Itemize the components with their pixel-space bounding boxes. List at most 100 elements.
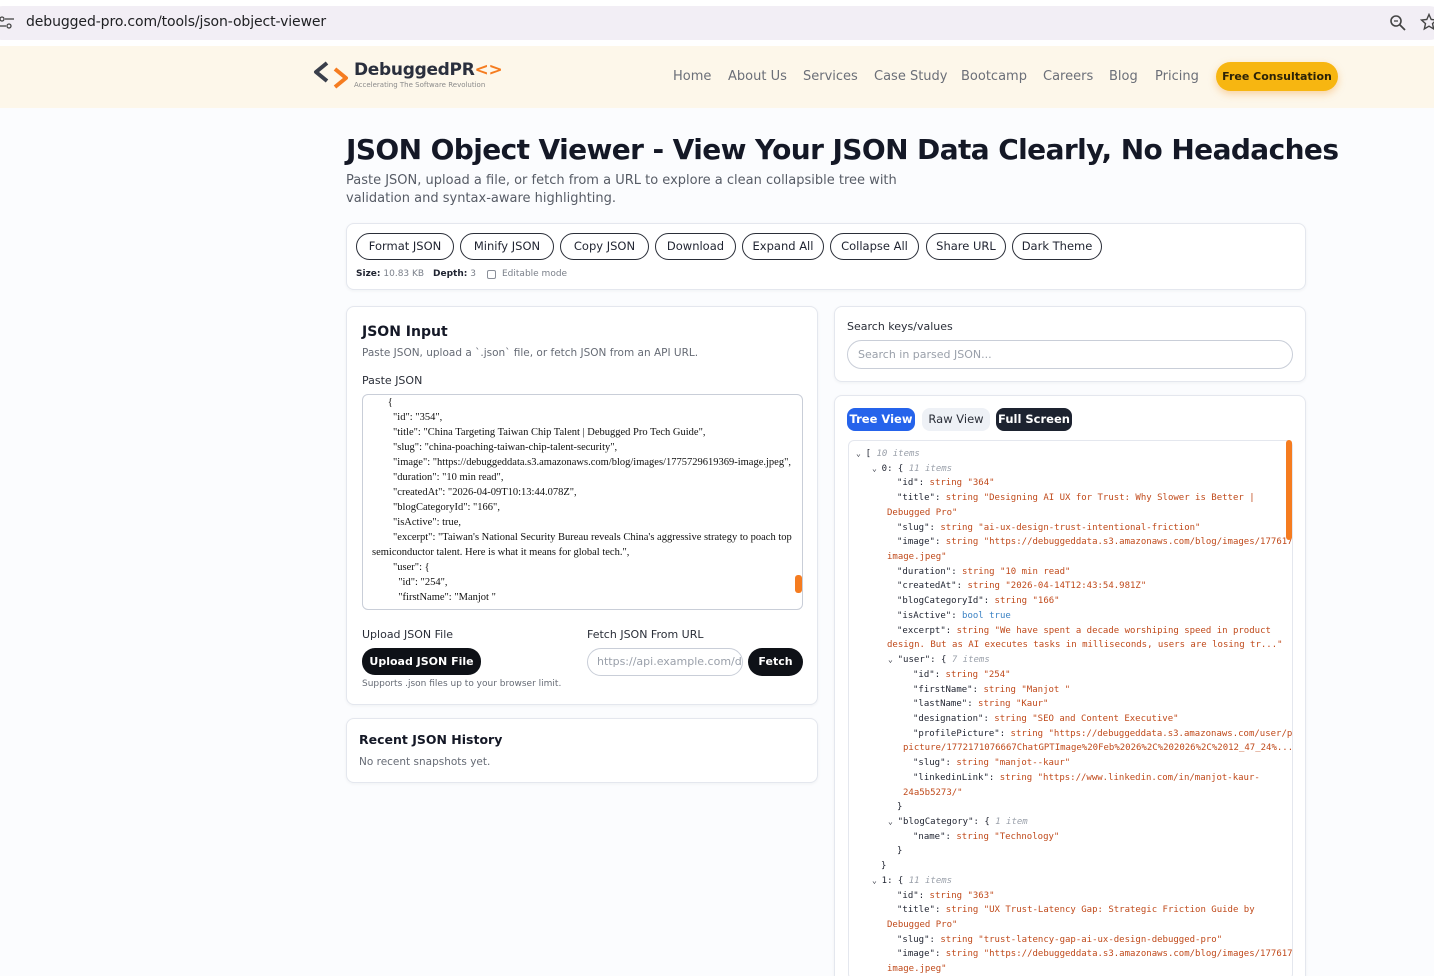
editable-mode-checkbox[interactable] xyxy=(487,270,496,279)
browser-bar: debugged-pro.com/tools/json-object-viewe… xyxy=(0,0,1434,46)
url-text[interactable]: debugged-pro.com/tools/json-object-viewe… xyxy=(26,14,326,30)
tree-token: "https://debuggeddata.s3.amazonaws.com/u… xyxy=(1048,728,1293,739)
tree-token: "id" xyxy=(897,890,919,901)
copy-json-button[interactable]: Copy JSON xyxy=(560,233,649,260)
tree-token: : xyxy=(934,905,946,916)
format-json-button[interactable]: Format JSON xyxy=(356,233,454,260)
tree-node-toggle[interactable]: ⌄ 0: { 11 items xyxy=(872,464,952,474)
tree-row: "image": string "https://debuggeddata.s3… xyxy=(897,537,1293,548)
chevron-down-icon[interactable]: ⌄ xyxy=(856,449,866,458)
tree-token: string xyxy=(945,905,984,916)
chevron-down-icon[interactable]: ⌄ xyxy=(872,876,882,885)
tree-token: : xyxy=(929,934,941,945)
tree-token: 7 items xyxy=(951,655,990,666)
tree-node-toggle[interactable]: ⌄ 1: { 11 items xyxy=(872,876,952,886)
tree-token: "profilePicture" xyxy=(913,728,1000,739)
site-settings-icon[interactable] xyxy=(0,15,14,31)
json-input-description: Paste JSON, upload a `.json` file, or fe… xyxy=(362,347,699,359)
nav-pricing[interactable]: Pricing xyxy=(1155,69,1199,84)
tree-node-toggle[interactable]: ⌄ "blogCategory": { 1 item xyxy=(888,817,1028,827)
tree-row: picture/1772171076667ChatGPTImage%20Feb%… xyxy=(903,743,1292,753)
tree-token: string xyxy=(945,669,984,680)
tree-token: "excerpt" xyxy=(897,625,946,636)
expand-all-button[interactable]: Expand All xyxy=(742,233,824,260)
tree-node-toggle[interactable]: ⌄ [ 10 items xyxy=(856,449,920,459)
logo-icon[interactable] xyxy=(313,59,349,91)
nav-bootcamp[interactable]: Bootcamp xyxy=(961,69,1027,84)
free-consultation-button[interactable]: Free Consultation xyxy=(1216,62,1338,91)
tree-token: : xyxy=(988,772,1000,783)
tree-node-toggle[interactable]: ⌄ "user": { 7 items xyxy=(888,655,990,665)
tree-token: "UX Trust-Latency Gap: Strategic Frictio… xyxy=(983,905,1255,916)
tree-token: "https://debuggeddata.s3.amazonaws.com/b… xyxy=(983,537,1293,548)
tree-token: string xyxy=(945,949,984,960)
tree-token: "linkedinLink" xyxy=(913,772,989,783)
nav-home[interactable]: Home xyxy=(673,69,711,84)
download-button[interactable]: Download xyxy=(655,233,736,260)
share-url-button[interactable]: Share URL xyxy=(926,233,1006,260)
tree-token: "SEO and Content Executive" xyxy=(1032,713,1179,724)
search-input[interactable]: Search in parsed JSON... xyxy=(847,340,1293,369)
tree-token: Debugged Pro" xyxy=(887,920,958,931)
tree-token: "https://www.linkedin.com/in/manjot-kaur… xyxy=(1037,772,1260,783)
nav-services[interactable]: Services xyxy=(803,69,858,84)
collapse-all-button[interactable]: Collapse All xyxy=(830,233,919,260)
chevron-down-icon[interactable]: ⌄ xyxy=(872,464,882,473)
tab-tree-view[interactable]: Tree View xyxy=(847,408,915,431)
tree-token: "10 min read" xyxy=(999,566,1071,577)
upload-json-button[interactable]: Upload JSON File xyxy=(362,648,481,675)
chevron-down-icon[interactable]: ⌄ xyxy=(888,655,898,664)
tree-token: "https://debuggeddata.s3.amazonaws.com/b… xyxy=(983,949,1293,960)
tree-scrollbar[interactable] xyxy=(1286,440,1292,540)
tree-row: } xyxy=(897,846,902,856)
json-tree-view[interactable]: ⌄ [ 10 items ⌄ 0: { 11 items "id": string … xyxy=(848,440,1293,976)
logo-text[interactable]: DebuggedPR<> xyxy=(354,60,503,80)
fetch-url-input[interactable]: https://api.example.com/data xyxy=(587,648,743,676)
tree-row: Debugged Pro" xyxy=(887,508,957,518)
tree-row: Debugged Pro" xyxy=(887,920,957,930)
minify-json-button[interactable]: Minify JSON xyxy=(460,233,554,260)
zoom-icon[interactable] xyxy=(1389,14,1407,32)
tree-token: "user" xyxy=(897,655,931,666)
page-subtitle: Paste JSON, upload a file, or fetch from… xyxy=(346,173,897,206)
upload-note: Supports .json files up to your browser … xyxy=(362,679,562,689)
full-screen-button[interactable]: Full Screen xyxy=(996,408,1072,431)
tree-token: "slug" xyxy=(897,934,930,945)
tree-token: : xyxy=(956,581,968,592)
tree-token: "title" xyxy=(897,905,935,916)
tree-row: image.jpeg" xyxy=(887,964,947,974)
paste-json-textarea[interactable]: { "id": "354", "title": "China Targeting… xyxy=(362,394,803,610)
tree-token: string xyxy=(929,478,968,489)
tree-token: string xyxy=(940,934,979,945)
tree-token: "firstName" xyxy=(913,684,973,695)
tree-token: } xyxy=(897,802,903,813)
tree-token: string xyxy=(929,890,968,901)
textarea-scrollbar[interactable] xyxy=(795,575,802,593)
tab-raw-view[interactable]: Raw View xyxy=(922,408,990,431)
tree-row: } xyxy=(897,802,902,812)
fetch-button[interactable]: Fetch xyxy=(748,648,803,676)
tree-token: : { xyxy=(887,875,909,886)
nav-about-us[interactable]: About Us xyxy=(728,69,787,84)
tree-token: "254" xyxy=(983,669,1011,680)
nav-case-study[interactable]: Case Study xyxy=(874,69,947,84)
tree-token: true xyxy=(989,610,1011,621)
tree-token: string xyxy=(956,625,995,636)
tree-token: "166" xyxy=(1032,596,1060,607)
tree-token: string xyxy=(1010,728,1049,739)
tree-token: : xyxy=(972,684,984,695)
chevron-down-icon[interactable]: ⌄ xyxy=(888,817,898,826)
paste-json-content[interactable]: { "id": "354", "title": "China Targeting… xyxy=(372,395,792,605)
nav-blog[interactable]: Blog xyxy=(1109,69,1138,84)
tree-token: string xyxy=(967,581,1006,592)
nav-careers[interactable]: Careers xyxy=(1043,69,1093,84)
tree-token: 11 items xyxy=(908,875,953,886)
tree-token: "trust-latency-gap-ai-ux-design-debugged… xyxy=(978,934,1223,945)
dark-theme-button[interactable]: Dark Theme xyxy=(1012,233,1102,260)
tree-token: : xyxy=(934,949,946,960)
bookmark-star-icon[interactable] xyxy=(1420,13,1434,31)
tree-row: "slug": string "trust-latency-gap-ai-ux-… xyxy=(897,935,1222,945)
tree-token: "blogCategoryId" xyxy=(897,596,984,607)
tree-token: "Manjot " xyxy=(1021,684,1071,695)
tree-token: 11 items xyxy=(908,463,953,474)
